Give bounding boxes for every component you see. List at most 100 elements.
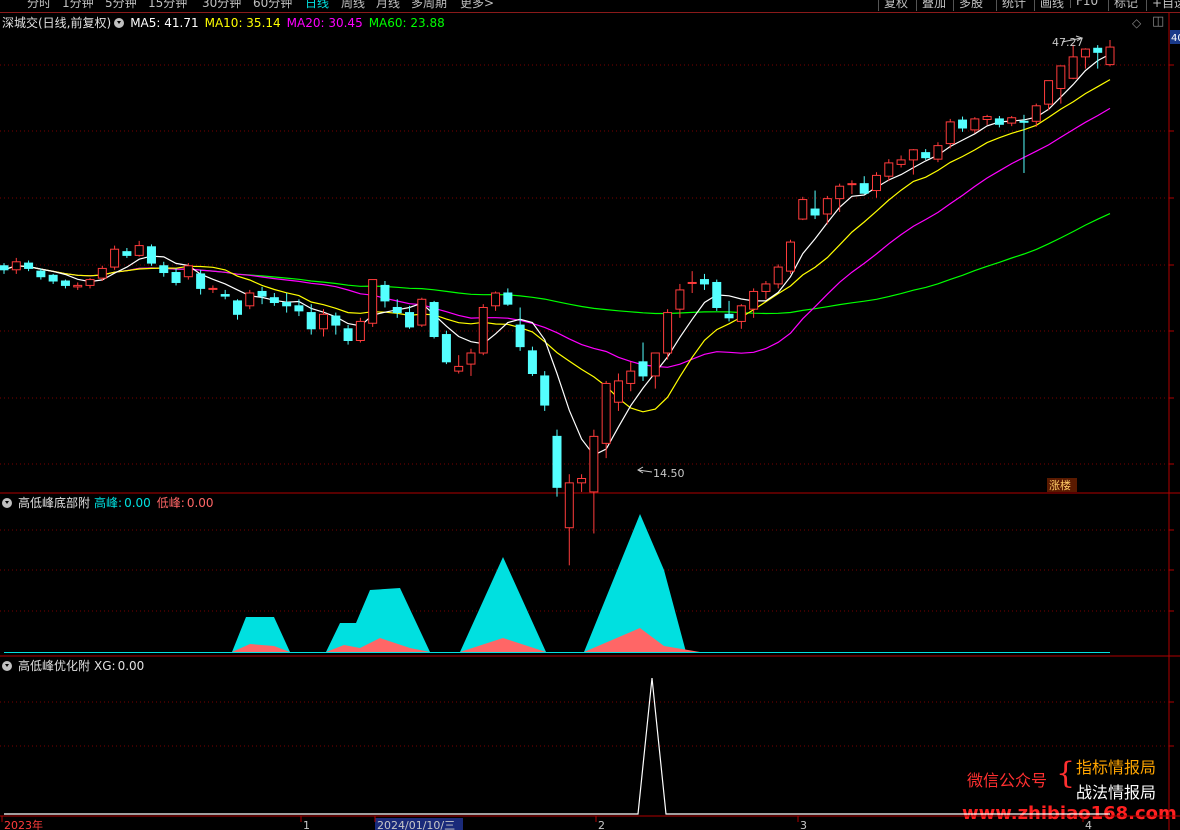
candle: [1068, 44, 1078, 80]
candle-body: [749, 290, 759, 310]
candle-body: [232, 300, 242, 315]
high-price-label: 47.27: [1052, 36, 1084, 49]
right-axis-label: 40: [1171, 33, 1180, 44]
badge-text: 涨楼: [1049, 478, 1071, 492]
kline-chart[interactable]: 40 47.27 14.50 涨楼 2023年 1 2024/01/10/三 2 3 4: [0, 0, 1180, 830]
candle: [527, 346, 537, 376]
candle-body: [110, 248, 120, 268]
candle-body: [712, 281, 722, 308]
candle: [663, 309, 673, 360]
candle-body: [872, 174, 882, 192]
x-axis-label: 2023年: [4, 818, 43, 830]
candle-body: [343, 328, 353, 341]
candle: [257, 286, 267, 305]
candle: [122, 248, 132, 258]
candle-body: [908, 149, 918, 161]
candle: [650, 352, 660, 389]
candle: [110, 245, 120, 270]
candle-body: [466, 352, 476, 365]
x-axis-label: 3: [800, 819, 807, 830]
candle-body: [220, 294, 230, 297]
candle: [773, 264, 783, 289]
candle-body: [994, 118, 1004, 125]
candle-body: [392, 306, 402, 314]
candle-body: [491, 292, 501, 307]
candle: [0, 263, 9, 274]
candle-body: [859, 183, 869, 194]
candle-body: [134, 245, 144, 256]
candle-body: [0, 265, 9, 271]
candle-body: [97, 267, 107, 279]
candle-body: [884, 162, 894, 177]
candle: [712, 279, 722, 311]
candle: [159, 261, 169, 277]
candle-body: [1080, 48, 1090, 58]
candle-body: [60, 280, 70, 286]
x-axis-label: 2: [598, 819, 605, 830]
candle: [146, 244, 156, 266]
ma10-line: [3, 79, 1111, 413]
candle: [454, 355, 464, 374]
candle: [577, 474, 587, 492]
candle-body: [663, 312, 673, 354]
ma20-line: [3, 107, 1111, 368]
candle-body: [24, 262, 34, 269]
candle: [24, 260, 34, 272]
candle: [921, 149, 931, 160]
candle: [515, 307, 525, 351]
candle: [1080, 48, 1090, 69]
candle: [994, 115, 1004, 128]
candle-body: [589, 435, 599, 493]
candle-body: [687, 281, 697, 284]
candle: [355, 317, 365, 343]
candle: [85, 278, 95, 289]
candle-body: [1093, 47, 1103, 53]
candle-body: [1056, 65, 1066, 89]
candle: [368, 279, 378, 327]
candle: [48, 273, 58, 284]
candle-body: [159, 265, 169, 274]
candle: [220, 289, 230, 300]
candle: [134, 240, 144, 257]
candle-body: [73, 284, 83, 288]
candle-body: [835, 185, 845, 200]
candle-body: [1105, 46, 1115, 66]
candle: [859, 176, 869, 195]
candle: [478, 304, 488, 356]
x-axis-label: 2024/01/10/三: [377, 819, 455, 830]
candle: [405, 305, 415, 329]
candle-body: [282, 302, 292, 307]
candle-body: [650, 352, 660, 377]
candle-body: [405, 312, 415, 328]
candle-body: [306, 312, 316, 330]
candle-body: [269, 297, 279, 304]
candle-body: [970, 118, 980, 131]
candle-body: [208, 287, 218, 290]
candle: [810, 190, 820, 220]
peak-area: [460, 557, 546, 652]
candle-body: [245, 292, 255, 307]
candle: [601, 380, 611, 459]
candle-body: [319, 313, 329, 330]
candle-body: [515, 324, 525, 348]
candle-body: [724, 313, 734, 319]
low-price-label: 14.50: [653, 467, 685, 480]
candle-body: [355, 320, 365, 341]
candle-body: [1007, 117, 1017, 124]
candle-body: [122, 251, 132, 256]
candle: [798, 196, 808, 221]
candle: [540, 371, 550, 411]
candle-body: [675, 289, 685, 310]
candle-body: [540, 375, 550, 406]
candle-body: [11, 261, 21, 271]
ma5-line: [3, 53, 1111, 456]
x-axis-label: 4: [1085, 819, 1092, 830]
candle: [11, 257, 21, 274]
candle: [613, 373, 623, 411]
candle-body: [933, 145, 943, 160]
candle-body: [257, 290, 267, 297]
candle-body: [441, 334, 451, 363]
candle-body: [1031, 105, 1041, 122]
candle-body: [368, 279, 378, 324]
candle: [933, 142, 943, 163]
